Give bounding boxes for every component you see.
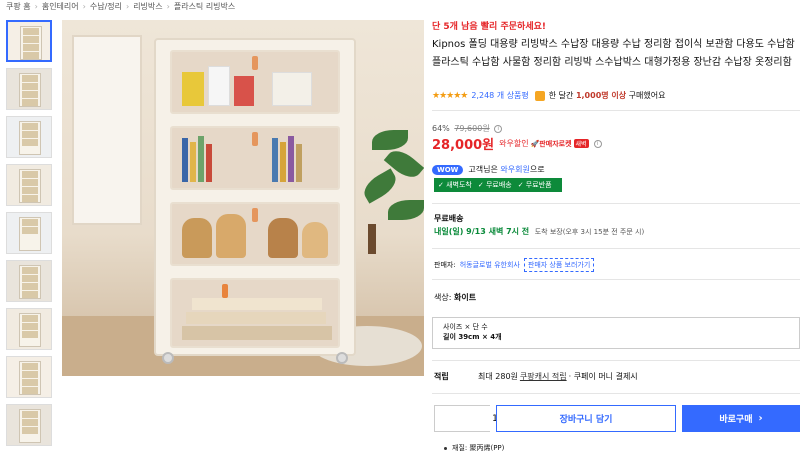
thumbnail-list <box>6 20 54 452</box>
cabinet-illustration <box>154 38 356 364</box>
stock-notice: 단 5개 남음 빨리 주문하세요! <box>432 22 546 32</box>
thumbnail-3[interactable] <box>6 116 52 158</box>
shipping-guarantee: 도착 보장(오후 3시 15분 전 주문 시) <box>534 228 645 236</box>
membership-row: WOW 고객님은 와우회원 으로 <box>432 164 545 175</box>
review-count-link[interactable]: 2,248 개 상품평 <box>471 90 528 101</box>
shipping-eta-row: 내일(일) 9/13 새벽 7시 전 도착 보장(오후 3시 15분 전 주문 … <box>434 226 644 237</box>
bullet-icon <box>444 446 447 450</box>
breadcrumb: 쿠팡 홈 › 홈인테리어 › 수납/정리 › 리빙박스 › 플라스틱 리빙박스 <box>6 0 235 12</box>
chevron-right-icon: › <box>34 1 38 11</box>
chevron-right-icon: › <box>758 413 763 424</box>
quantity-stepper: ▲ ▼ <box>434 405 561 432</box>
seller-row: 판매자: 허동글로벌 유한회사 판매자 상품 보러가기 <box>434 258 595 272</box>
thumbnail-8[interactable] <box>6 356 52 398</box>
thumbnail-9[interactable] <box>6 404 52 446</box>
seller-products-button[interactable]: 판매자 상품 보러가기 <box>523 258 595 272</box>
divider <box>432 279 800 280</box>
color-value: 화이트 <box>453 293 477 302</box>
price-row: 28,000원 와우할인 🚀판매자로켓 새벽 i <box>432 134 602 153</box>
member-name: 와우회원 <box>500 165 530 174</box>
add-to-cart-label: 장바구니 담기 <box>559 415 613 425</box>
breadcrumb-item-storage[interactable]: 수납/정리 <box>90 1 122 12</box>
new-badge: 새벽 <box>573 139 589 148</box>
divider <box>432 393 800 394</box>
breadcrumb-item-interior[interactable]: 홈인테리어 <box>42 1 79 12</box>
purchase-count: 1,000명 이상 <box>575 91 627 100</box>
breadcrumb-item-plastic[interactable]: 플라스틱 리빙박스 <box>174 1 235 12</box>
reward-text-prefix: 최대 280원 <box>478 372 518 381</box>
info-icon[interactable]: i <box>494 124 503 133</box>
purchase-prefix: 한 달간 <box>548 91 574 100</box>
seller-label: 판매자: <box>434 261 456 269</box>
buy-now-label: 바로구매 <box>719 415 753 425</box>
color-option: 색상: 화이트 <box>434 292 476 303</box>
plant-illustration <box>359 130 424 254</box>
benefit-dawn-delivery: ✓ 새벽도착 <box>438 181 472 189</box>
thumbnail-2[interactable] <box>6 68 52 110</box>
thumbnail-5[interactable] <box>6 212 52 254</box>
shipping-label: 무료배송 <box>434 214 464 223</box>
divider <box>432 360 800 361</box>
spec-list: 재질: 聚丙烯(PP) <box>444 443 504 453</box>
size-option-value: 길이 39cm × 4개 <box>443 333 502 341</box>
rocket-badge: 🚀판매자로켓 <box>530 139 572 148</box>
info-icon[interactable]: i <box>593 139 602 148</box>
rating-row: ★★★★★ 2,248 개 상품평 한 달간 1,000명 이상 구매했어요 <box>432 90 665 101</box>
member-text-suffix: 으로 <box>529 165 545 174</box>
divider <box>432 248 800 249</box>
thumbnail-7[interactable] <box>6 308 52 350</box>
breadcrumb-item-livingbox[interactable]: 리빙박스 <box>133 1 162 12</box>
original-price: 79,600원 <box>454 124 490 133</box>
product-title: Kipnos 폴딩 대용량 리빙박스 수납장 대용량 수납 정리함 접이식 보관… <box>432 39 795 68</box>
background-window <box>72 35 142 225</box>
size-option-label: 사이즈 × 단 수 <box>443 323 488 331</box>
spec-item: 재질: 聚丙烯(PP) <box>452 444 505 452</box>
reward-text-suffix: · 쿠페이 머니 결제시 <box>568 372 638 381</box>
chevron-right-icon: › <box>125 1 130 11</box>
discount-row: 64% 79,600원 i <box>432 123 503 134</box>
chevron-right-icon: › <box>166 1 170 11</box>
discount-rate: 64% <box>432 124 450 133</box>
benefit-free-shipping: ✓ 무료배송 <box>477 181 512 189</box>
breadcrumb-item-home[interactable]: 쿠팡 홈 <box>6 1 31 12</box>
buy-now-button[interactable]: 바로구매 › <box>682 405 800 432</box>
thumbs-up-icon <box>534 90 545 101</box>
product-main-image[interactable] <box>62 20 424 376</box>
wow-badge: WOW <box>432 164 464 175</box>
shipping-eta: 내일(일) 9/13 새벽 7시 전 <box>434 227 530 236</box>
sale-price: 28,000원 <box>432 138 495 153</box>
seller-name-link[interactable]: 허동글로벌 유한회사 <box>460 260 520 270</box>
benefit-badges: ✓ 새벽도착 ✓ 무료배송 ✓ 무료반품 <box>434 178 562 192</box>
reward-row: 적립 최대 280원 쿠팡캐시 적립 · 쿠페이 머니 결제시 <box>434 371 638 382</box>
star-rating: ★★★★★ <box>432 90 468 101</box>
color-label: 색상: <box>434 293 452 302</box>
member-text-prefix: 고객님은 <box>468 165 498 174</box>
purchase-suffix: 구매했어요 <box>628 91 666 100</box>
thumbnail-1[interactable] <box>6 20 52 62</box>
coupang-cash-link[interactable]: 쿠팡캐시 적립 <box>520 371 567 382</box>
add-to-cart-button[interactable]: 장바구니 담기 <box>496 405 676 432</box>
thumbnail-6[interactable] <box>6 260 52 302</box>
benefit-free-return: ✓ 무료반품 <box>517 181 552 189</box>
size-option-select[interactable]: 사이즈 × 단 수 길이 39cm × 4개 <box>432 317 800 349</box>
reward-label: 적립 <box>434 372 449 381</box>
chevron-right-icon: › <box>82 1 86 11</box>
wow-discount-label: 와우할인 <box>499 139 529 148</box>
divider <box>432 203 800 204</box>
divider <box>432 110 800 111</box>
thumbnail-4[interactable] <box>6 164 52 206</box>
